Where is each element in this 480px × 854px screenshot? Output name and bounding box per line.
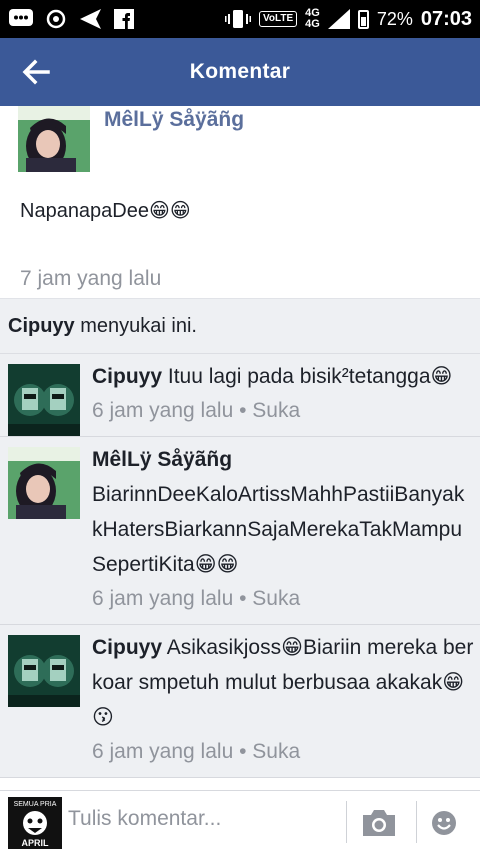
comments-feed[interactable]: MêlLÿ Såÿãñg NapanapaDee😁😁 7 jam yang la… [0, 106, 480, 790]
comment-author[interactable]: Cipuyy [92, 636, 162, 659]
comment-meta: 6 jam yang lalu • Suka [92, 582, 474, 624]
divider [416, 801, 417, 843]
comment-text: Ituu lagi pada bisik²tetangga😁 [167, 365, 453, 388]
page-title: Komentar [189, 60, 291, 83]
record-icon [46, 9, 66, 29]
status-bar: VoLTE 4G 4G 72% 07:03 [0, 0, 480, 38]
app-header: Komentar [0, 38, 480, 106]
network-bottom: 4G [305, 18, 320, 30]
clock: 07:03 [420, 7, 472, 30]
meta-separator: • [233, 587, 253, 610]
comment-item: MêlLÿ Såÿãñg BiarinnDeeKaloArtissMahhPas… [0, 437, 480, 625]
comment-composer: SEMUA PRIA APRIL Tulis komentar... [0, 790, 480, 854]
avatar-caption-top: SEMUA PRIA [14, 801, 57, 808]
likes-suffix: menyukai ini. [74, 314, 197, 337]
comment-input[interactable]: Tulis komentar... [68, 807, 221, 831]
post-text: NapanapaDee😁😁 [20, 200, 191, 222]
comment-author[interactable]: MêlLÿ Såÿãñg [92, 448, 232, 471]
like-link[interactable]: Suka [252, 587, 300, 610]
like-link[interactable]: Suka [252, 399, 300, 422]
avatar[interactable] [8, 635, 80, 707]
signal-icon [327, 9, 350, 29]
avatar-caption-bottom: APRIL [22, 838, 50, 848]
post-author[interactable]: MêlLÿ Såÿãñg [104, 108, 244, 132]
comment-text: BiarinnDeeKaloArtissMahhPastiiBanyakkHat… [92, 483, 465, 576]
avatar[interactable] [8, 364, 80, 436]
send-icon [78, 8, 102, 30]
original-post: MêlLÿ Såÿãñg NapanapaDee😁😁 7 jam yang la… [0, 106, 480, 298]
bbm-icon [8, 8, 34, 30]
meta-separator: • [233, 740, 253, 763]
liker-name[interactable]: Cipuyy [8, 315, 75, 337]
comment-timestamp: 6 jam yang lalu [92, 399, 234, 422]
comment-timestamp: 6 jam yang lalu [92, 740, 234, 763]
like-link[interactable]: Suka [252, 740, 300, 763]
avatar: SEMUA PRIA APRIL [8, 797, 62, 849]
emoji-icon[interactable] [431, 810, 457, 836]
post-timestamp: 7 jam yang lalu [20, 267, 162, 290]
comment-item: Cipuyy Ituu lagi pada bisik²tetangga😁 6 … [0, 354, 480, 437]
avatar[interactable] [8, 447, 80, 519]
divider [346, 801, 347, 843]
likes-summary[interactable]: Cipuyy menyukai ini. [0, 298, 480, 354]
comment-item: Cipuyy Asikasikjoss😁Biariin mereka berko… [0, 625, 480, 778]
comment-author[interactable]: Cipuyy [92, 365, 162, 388]
arrow-left-icon[interactable] [18, 56, 54, 88]
comment-meta: 6 jam yang lalu • Suka [92, 394, 474, 436]
battery-percent: 72% [376, 8, 413, 29]
meta-separator: • [233, 399, 253, 422]
avatar[interactable] [18, 106, 90, 172]
battery-icon [357, 9, 369, 29]
comment-meta: 6 jam yang lalu • Suka [92, 735, 474, 777]
comment-timestamp: 6 jam yang lalu [92, 587, 234, 610]
camera-icon[interactable] [361, 809, 397, 837]
network-label: 4G 4G [305, 8, 320, 30]
vibrate-icon [224, 9, 251, 29]
volte-badge: VoLTE [258, 11, 298, 27]
facebook-icon [114, 9, 134, 29]
